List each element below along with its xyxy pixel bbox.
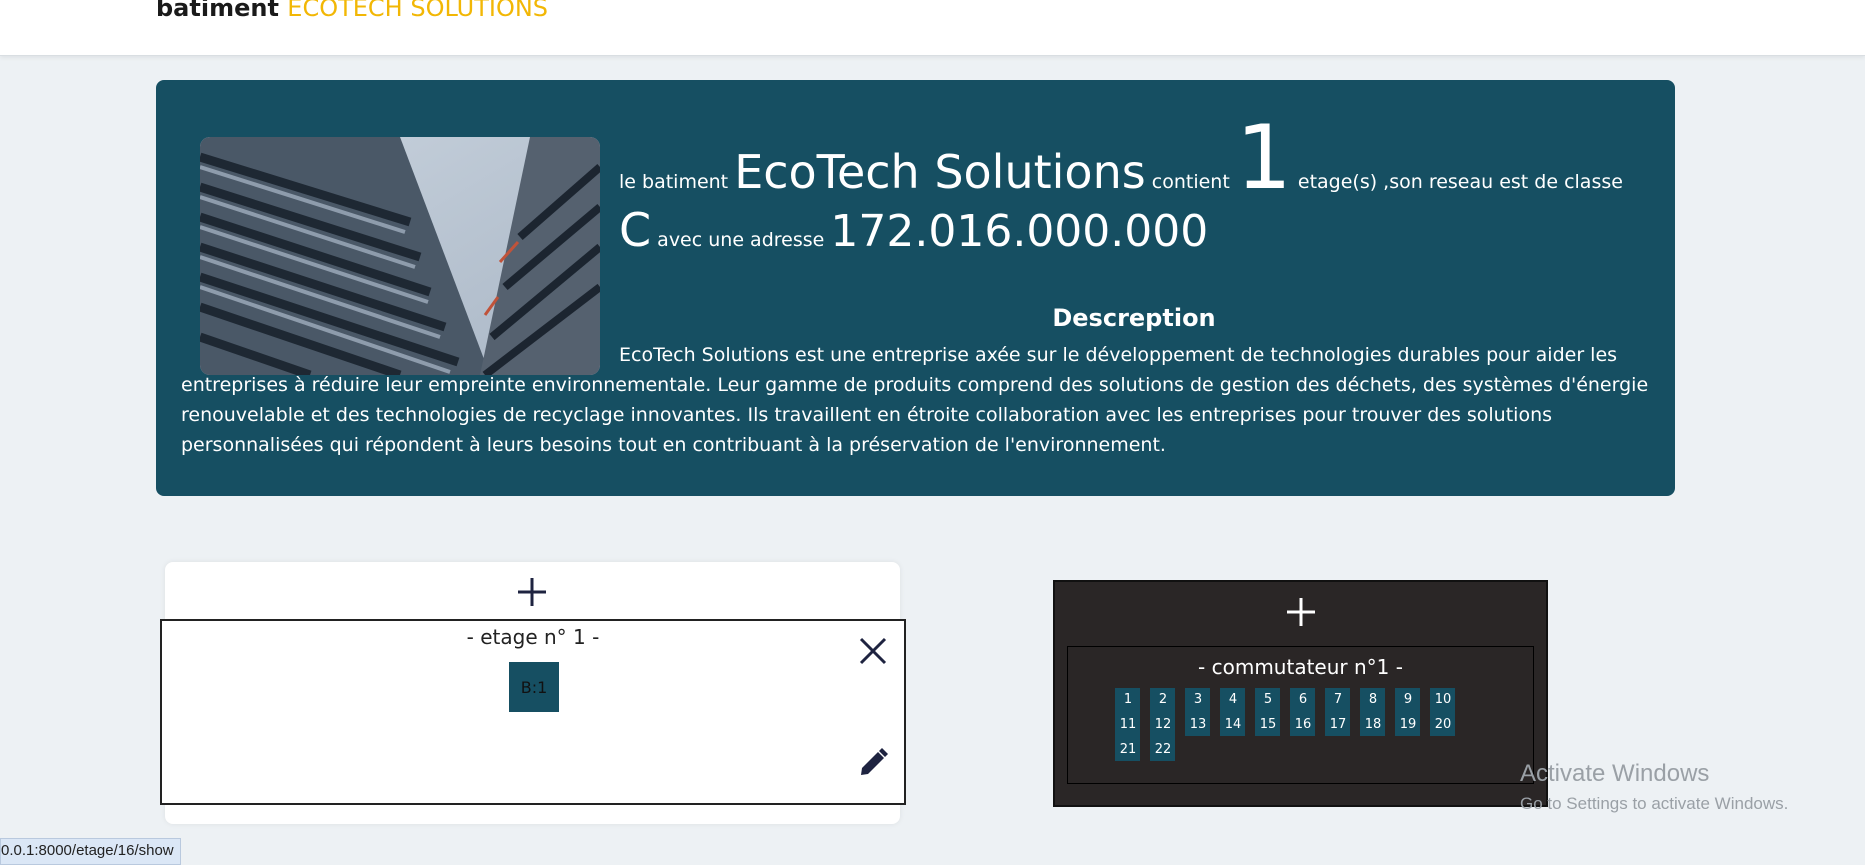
top-bar: batiment ECOTECH SOLUTIONS [0, 0, 1865, 56]
plus-icon [1287, 598, 1315, 626]
switch-port-5[interactable]: 5 [1253, 692, 1283, 707]
switch-port-15[interactable]: 15 [1253, 717, 1283, 732]
switch-port-4[interactable]: 4 [1218, 692, 1248, 707]
summary-address: 172.016.000.000 [830, 205, 1209, 257]
title-prefix: batiment [156, 0, 279, 22]
add-floor-button[interactable] [510, 570, 554, 614]
switch-port-7[interactable]: 7 [1323, 692, 1353, 707]
summary-building-name: EcoTech Solutions [734, 145, 1146, 199]
description-title: Descreption [1052, 304, 1216, 332]
switch-port-19[interactable]: 19 [1393, 717, 1423, 732]
switch-port-13[interactable]: 13 [1183, 717, 1213, 732]
switch-port-17[interactable]: 17 [1323, 717, 1353, 732]
windows-activation-watermark: Activate Windows Go to Settings to activ… [1520, 760, 1788, 814]
switch-port-16[interactable]: 16 [1288, 717, 1318, 732]
add-switch-button[interactable] [1279, 590, 1323, 634]
delete-floor-button[interactable] [858, 636, 888, 670]
title-building-name: ECOTECH SOLUTIONS [287, 0, 549, 22]
summary-contient: contient [1151, 171, 1230, 193]
summary-mid: etage(s) ,son reseau est de classe [1297, 171, 1623, 193]
switch-port-9[interactable]: 9 [1393, 692, 1423, 707]
switch-port-11[interactable]: 11 [1113, 717, 1143, 732]
floor-title: - etage n° 1 - [466, 625, 600, 649]
switch-port-8[interactable]: 8 [1358, 692, 1388, 707]
switch-port-2[interactable]: 2 [1148, 692, 1178, 707]
switch-panel: - commutateur n°1 - 1 2 3 4 5 6 7 8 9 10 11 12 13 14 1… [1053, 580, 1548, 807]
switch-port-18[interactable]: 18 [1358, 717, 1388, 732]
summary-floor-count: 1 [1235, 106, 1292, 209]
building-info-card: le batiment EcoTech Solutions contient 1… [156, 80, 1675, 496]
switch-port-20[interactable]: 20 [1428, 717, 1458, 732]
summary-intro: le batiment [619, 171, 729, 193]
switch-port-6[interactable]: 6 [1288, 692, 1318, 707]
summary-avec: avec une adresse [657, 228, 825, 251]
switch-card: - commutateur n°1 - 1 2 3 4 5 6 7 8 9 10 11 12 13 14 1… [1067, 646, 1534, 784]
switch-port-14[interactable]: 14 [1218, 717, 1248, 732]
plus-icon [518, 578, 546, 606]
watermark-line1: Activate Windows [1520, 760, 1710, 787]
switch-port-10[interactable]: 10 [1428, 692, 1458, 707]
description-text: EcoTech Solutions est une entreprise axé… [181, 344, 1649, 456]
floor-card: - etage n° 1 - B:1 [160, 619, 906, 805]
switch-title: - commutateur n°1 - [1198, 655, 1403, 679]
switch-port-1[interactable]: 1 [1113, 692, 1143, 707]
summary-network-class: C [619, 202, 652, 257]
page-title: batiment ECOTECH SOLUTIONS [156, 0, 548, 22]
edit-floor-button[interactable] [858, 748, 888, 782]
switch-port-21[interactable]: 21 [1113, 742, 1143, 757]
switch-port-3[interactable]: 3 [1183, 692, 1213, 707]
building-summary: le batiment EcoTech Solutions contient 1… [619, 114, 1649, 259]
watermark-line2: Go to Settings to activate Windows. [1520, 794, 1789, 813]
switch-port-22[interactable]: 22 [1148, 742, 1178, 757]
building-chip[interactable]: B:1 [509, 662, 559, 712]
close-icon [859, 637, 887, 665]
pencil-icon [861, 748, 888, 775]
switch-port-12[interactable]: 12 [1148, 717, 1178, 732]
